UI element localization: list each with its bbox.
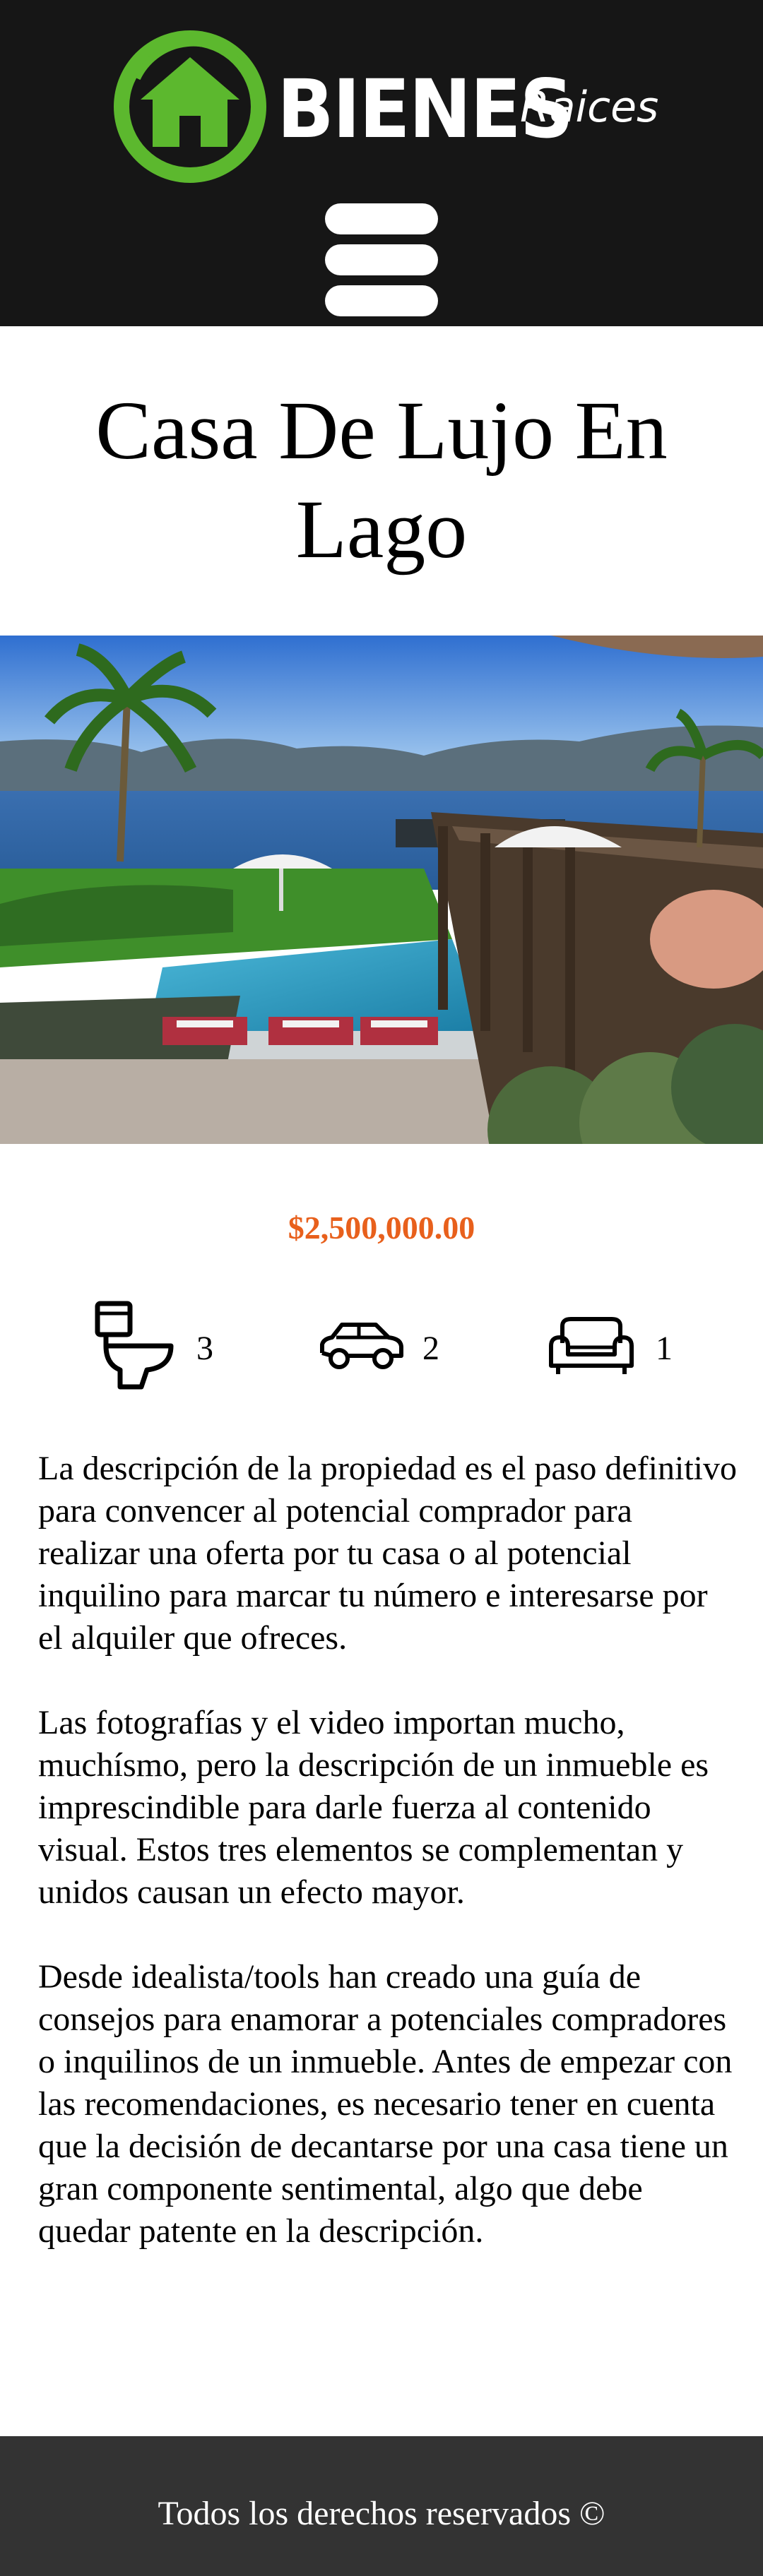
house-logo-icon xyxy=(114,30,266,183)
feature-parking-value: 2 xyxy=(422,1330,439,1367)
logo-text-sub: Raices xyxy=(520,83,659,132)
feature-bedrooms-value: 1 xyxy=(656,1330,673,1367)
feature-bathrooms-value: 3 xyxy=(196,1330,213,1367)
description-paragraph: La descripción de la propiedad es el pas… xyxy=(38,1450,737,1657)
sofa-icon xyxy=(549,1317,634,1374)
site-footer: Todos los derechos reservados © xyxy=(0,2436,763,2576)
footer-copyright: Todos los derechos reservados © xyxy=(158,2495,605,2532)
property-features: 3 2 1 xyxy=(0,1299,763,1405)
site-logo[interactable]: BIENES Raices xyxy=(109,25,660,188)
feature-parking: 2 xyxy=(318,1299,459,1405)
site-header: BIENES Raices xyxy=(0,0,763,326)
property-price: $2,500,000.00 xyxy=(288,1210,475,1246)
description-paragraph: Desde idealista/tools han creado una guí… xyxy=(38,1958,733,2250)
car-icon xyxy=(320,1323,403,1369)
hamburger-bar xyxy=(325,244,438,275)
hamburger-bar xyxy=(325,285,438,316)
feature-bathrooms: 3 xyxy=(92,1299,233,1405)
page-title: Casa De Lujo En Lago xyxy=(95,384,668,576)
feature-bedrooms: 1 xyxy=(547,1299,688,1405)
toilet-icon xyxy=(95,1301,174,1390)
property-description: La descripción de la propiedad es el pas… xyxy=(38,1448,738,2295)
hamburger-menu-icon[interactable] xyxy=(325,203,438,316)
description-paragraph: Las fotografías y el video importan much… xyxy=(38,1704,709,1911)
hamburger-bar xyxy=(325,203,438,234)
property-image xyxy=(0,636,763,1144)
